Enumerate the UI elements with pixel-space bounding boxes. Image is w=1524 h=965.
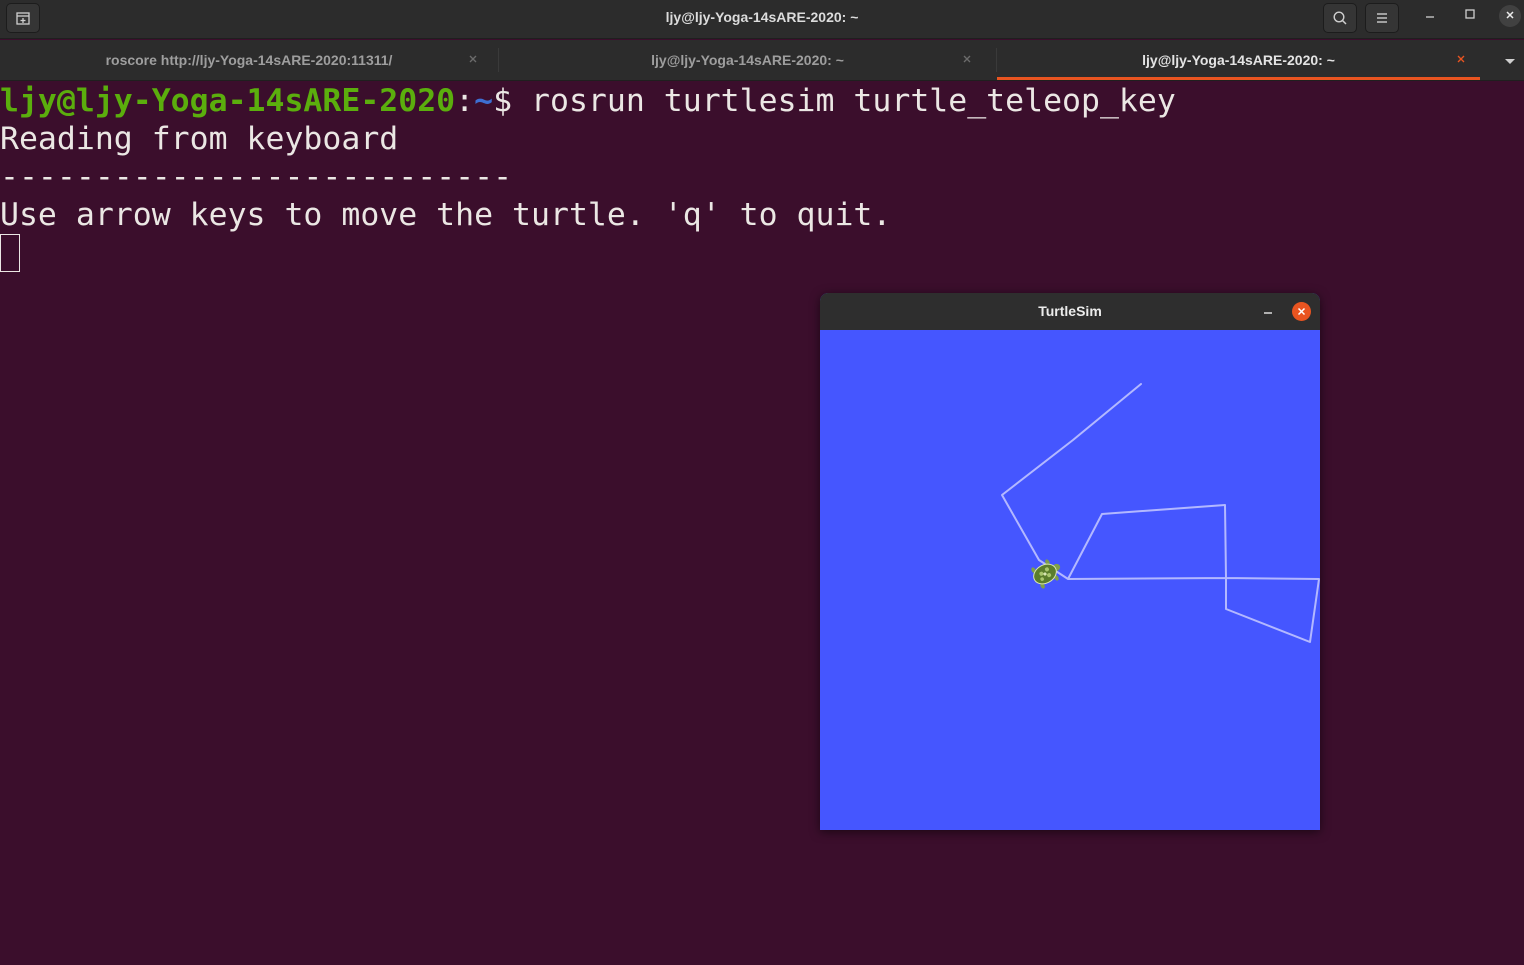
tab-roscore[interactable]: roscore http://ljy-Yoga-14sARE-2020:1131… (0, 40, 498, 80)
maximize-button[interactable] (1456, 5, 1484, 27)
header-bar: ljy@ljy-Yoga-14sARE-2020: ~ (0, 0, 1524, 39)
prompt-dollar: $ (493, 83, 532, 119)
tab-close-button[interactable] (960, 53, 974, 67)
maximize-icon (1464, 7, 1476, 25)
turtlesim-canvas (820, 330, 1320, 830)
close-icon (1297, 303, 1306, 321)
output-line: --------------------------- (0, 159, 513, 195)
close-icon (1456, 51, 1466, 69)
chevron-down-icon (1500, 55, 1520, 72)
canvas-background (820, 330, 1320, 830)
tab-label: roscore http://ljy-Yoga-14sARE-2020:1131… (105, 52, 393, 68)
tab-label: ljy@ljy-Yoga-14sARE-2020: ~ (1142, 52, 1335, 68)
tab-close-button[interactable] (1454, 53, 1468, 67)
tab-label: ljy@ljy-Yoga-14sARE-2020: ~ (651, 52, 844, 68)
minimize-button[interactable] (1416, 5, 1444, 27)
turtlesim-title: TurtleSim (1038, 303, 1102, 319)
hamburger-menu-icon (1374, 10, 1390, 26)
search-button[interactable] (1323, 3, 1357, 33)
turtlesim-titlebar[interactable]: TurtleSim (820, 293, 1320, 330)
window-title: ljy@ljy-Yoga-14sARE-2020: ~ (665, 9, 859, 25)
search-icon (1332, 10, 1348, 26)
prompt-user: ljy@ljy-Yoga-14sARE-2020 (0, 83, 456, 119)
tab-terminal-3[interactable]: ljy@ljy-Yoga-14sARE-2020: ~ (997, 40, 1480, 80)
turtlesim-close-button[interactable] (1292, 302, 1311, 321)
output-line: Reading from keyboard (0, 121, 399, 157)
output-line: Use arrow keys to move the turtle. 'q' t… (0, 197, 892, 233)
close-icon (468, 51, 478, 69)
turtlesim-window[interactable]: TurtleSim (820, 293, 1320, 830)
terminal-cursor (0, 234, 20, 272)
prompt-colon: : (455, 83, 475, 119)
close-window-button[interactable] (1499, 5, 1521, 27)
minimize-icon (1424, 7, 1436, 25)
tab-terminal-2[interactable]: ljy@ljy-Yoga-14sARE-2020: ~ (499, 40, 996, 80)
tab-bar: roscore http://ljy-Yoga-14sARE-2020:1131… (0, 40, 1524, 81)
minimize-icon (1258, 308, 1278, 325)
prompt-line: ljy@ljy-Yoga-14sARE-2020:~$ rosrun turtl… (0, 82, 1176, 120)
tab-close-button[interactable] (466, 53, 480, 67)
prompt-path: ~ (474, 83, 494, 119)
menu-button[interactable] (1365, 3, 1399, 33)
tabs-dropdown-button[interactable] (1500, 54, 1520, 68)
close-icon (1505, 7, 1515, 25)
command-text: rosrun turtlesim turtle_teleop_key (531, 83, 1176, 119)
turtlesim-minimize-button[interactable] (1258, 301, 1278, 321)
close-icon (962, 51, 972, 69)
